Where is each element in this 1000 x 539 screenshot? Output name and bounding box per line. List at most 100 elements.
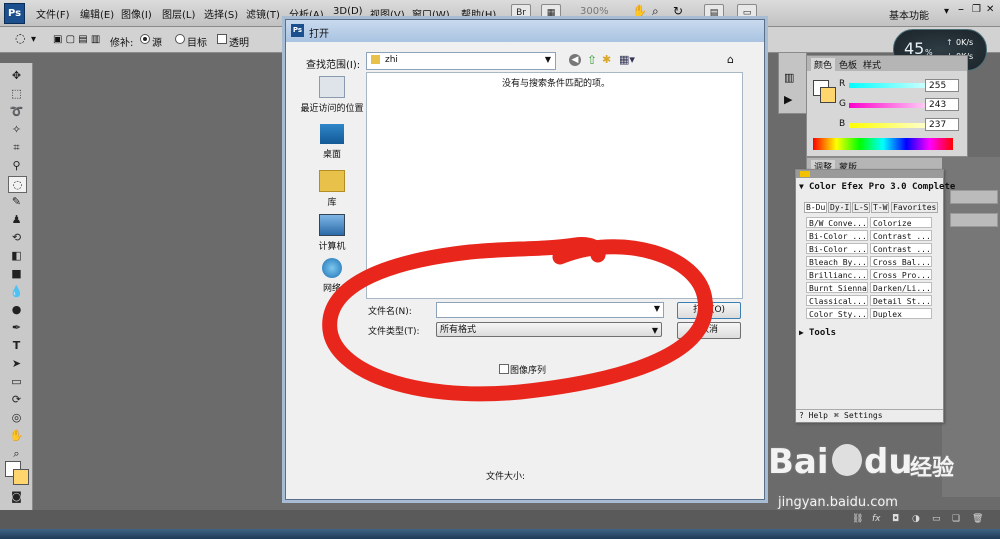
palette-titlebar[interactable] bbox=[796, 170, 943, 178]
settings-icon[interactable]: ⌘ bbox=[834, 411, 839, 420]
efex-tab-ls[interactable]: L-S bbox=[852, 202, 871, 213]
menu-file[interactable]: 文件(F) bbox=[36, 6, 70, 21]
efex-tab-dyi[interactable]: Dy-I bbox=[828, 202, 852, 213]
actions-play-icon[interactable]: ▶ bbox=[784, 93, 792, 106]
3d-rotate-tool-icon[interactable]: ⟳ bbox=[8, 392, 25, 407]
open-button[interactable]: 打开(O) bbox=[677, 302, 741, 319]
quick-mask-icon[interactable]: ◙ bbox=[8, 489, 25, 504]
menu-filter[interactable]: 滤镜(T) bbox=[246, 6, 280, 21]
up-folder-icon[interactable]: ⇧ bbox=[587, 53, 597, 67]
rotate-view-icon[interactable]: ↻ bbox=[673, 4, 683, 18]
shape-tool-icon[interactable]: ▭ bbox=[8, 374, 25, 389]
filename-input[interactable]: ▼ bbox=[436, 302, 664, 318]
place-library[interactable]: 库 bbox=[296, 170, 368, 208]
place-network[interactable]: 网络 bbox=[296, 258, 368, 294]
path-selection-tool-icon[interactable]: ➤ bbox=[8, 356, 25, 371]
image-sequence-checkbox[interactable] bbox=[499, 364, 509, 374]
tab-color[interactable]: 颜色 bbox=[811, 58, 836, 71]
pen-tool-icon[interactable]: ✒ bbox=[8, 320, 25, 335]
lasso-tool-icon[interactable]: ➰ bbox=[8, 104, 25, 119]
move-tool-icon[interactable]: ✥ bbox=[8, 68, 25, 83]
tools-expand-icon[interactable]: ▶ bbox=[799, 328, 804, 337]
place-desktop[interactable]: 桌面 bbox=[296, 124, 368, 160]
dialog-titlebar[interactable]: Ps 打开 bbox=[286, 20, 764, 42]
opacity-field[interactable] bbox=[950, 213, 998, 227]
efex-filter[interactable]: Detail St... bbox=[870, 295, 932, 306]
blend-mode-select[interactable] bbox=[950, 190, 998, 204]
color-spectrum-bar[interactable] bbox=[813, 138, 953, 150]
hand-icon[interactable]: ✋ bbox=[632, 4, 647, 18]
efex-filter[interactable]: Color Sty... bbox=[806, 308, 868, 319]
look-in-dropdown[interactable]: zhi ▼ bbox=[366, 52, 556, 70]
efex-collapse-icon[interactable]: ▼ bbox=[799, 182, 804, 191]
zoom-icon[interactable]: ⌕ bbox=[652, 4, 659, 19]
efex-tab-bdu[interactable]: B-Du bbox=[804, 202, 828, 213]
menu-3d[interactable]: 3D(D) bbox=[333, 6, 363, 17]
selection-mode-icons[interactable]: ▣ ▢ ▤ ▥ bbox=[53, 34, 100, 45]
efex-help-button[interactable]: ? Help bbox=[799, 411, 828, 420]
back-icon[interactable]: ◀ bbox=[569, 54, 581, 66]
efex-filter[interactable]: Burnt Sienna bbox=[806, 282, 868, 293]
efex-filter[interactable]: Contrast ... bbox=[870, 243, 932, 254]
blue-value[interactable]: 237 bbox=[925, 118, 959, 131]
source-radio[interactable] bbox=[140, 34, 150, 47]
efex-filter[interactable]: B/W Conve... bbox=[806, 217, 868, 228]
efex-settings-button[interactable]: Settings bbox=[844, 411, 883, 420]
dodge-tool-icon[interactable]: ● bbox=[8, 302, 25, 317]
zoom-level[interactable]: 300% bbox=[580, 6, 609, 17]
efex-filter[interactable]: Colorize bbox=[870, 217, 932, 228]
new-folder-icon[interactable]: ✱ bbox=[602, 53, 611, 66]
cancel-button[interactable]: 取消 bbox=[677, 322, 741, 339]
magic-wand-tool-icon[interactable]: ✧ bbox=[8, 122, 25, 137]
green-value[interactable]: 243 bbox=[925, 98, 959, 111]
hand-tool-icon[interactable]: ✋ bbox=[8, 428, 25, 443]
place-recent[interactable]: 最近访问的位置 bbox=[296, 76, 368, 114]
eyedropper-tool-icon[interactable]: ⚲ bbox=[8, 158, 25, 173]
delete-layer-icon[interactable]: 🗑 bbox=[972, 514, 983, 524]
menu-layer[interactable]: 图层(L) bbox=[162, 6, 195, 21]
gradient-tool-icon[interactable]: ■ bbox=[8, 266, 25, 281]
efex-filter[interactable]: Bi-Color ... bbox=[806, 243, 868, 254]
eraser-tool-icon[interactable]: ◧ bbox=[8, 248, 25, 263]
image-preview-icon[interactable]: ⌂ bbox=[727, 53, 734, 66]
efex-tab-tw[interactable]: T-W bbox=[871, 202, 890, 213]
efex-filter[interactable]: Cross Bal... bbox=[870, 256, 932, 267]
tab-swatches[interactable]: 色板 bbox=[839, 58, 857, 71]
red-value[interactable]: 255 bbox=[925, 79, 959, 92]
efex-filter[interactable]: Classical... bbox=[806, 295, 868, 306]
workspace-chevron-icon[interactable]: ▾ bbox=[944, 6, 949, 17]
clone-stamp-tool-icon[interactable]: ♟ bbox=[8, 212, 25, 227]
efex-filter[interactable]: Darken/Li... bbox=[870, 282, 932, 293]
patch-tool-icon-selected[interactable]: ◌ bbox=[8, 176, 27, 193]
view-menu-icon[interactable]: ▦▾ bbox=[619, 53, 635, 66]
color-bg-swatch[interactable] bbox=[820, 87, 836, 103]
brush-tool-icon[interactable]: ✎ bbox=[8, 194, 25, 209]
blur-tool-icon[interactable]: 💧 bbox=[8, 284, 25, 299]
transparent-checkbox[interactable] bbox=[217, 34, 227, 47]
type-tool-icon[interactable]: T bbox=[8, 338, 25, 353]
menu-edit[interactable]: 编辑(E) bbox=[80, 6, 114, 21]
efex-filter[interactable]: Duplex bbox=[870, 308, 932, 319]
menu-image[interactable]: 图像(I) bbox=[121, 6, 152, 21]
file-list[interactable]: 没有与搜索条件匹配的项。 bbox=[366, 72, 743, 299]
efex-filter[interactable]: Brillianc... bbox=[806, 269, 868, 280]
filetype-select[interactable]: 所有格式 ▼ bbox=[436, 322, 662, 337]
minimize-icon[interactable]: – bbox=[958, 2, 964, 16]
histogram-icon[interactable]: ▥ bbox=[784, 71, 794, 84]
tab-styles[interactable]: 样式 bbox=[863, 58, 881, 71]
marquee-tool-icon[interactable]: ⬚ bbox=[8, 86, 25, 101]
efex-filter[interactable]: Bleach By... bbox=[806, 256, 868, 267]
zoom-tool-icon[interactable]: ⌕ bbox=[8, 446, 25, 461]
patch-tool-icon[interactable]: ◌ bbox=[15, 31, 25, 45]
background-color-swatch[interactable] bbox=[13, 469, 29, 485]
efex-filter[interactable]: Bi-Color ... bbox=[806, 230, 868, 241]
menu-select[interactable]: 选择(S) bbox=[204, 6, 238, 21]
efex-filter[interactable]: Contrast ... bbox=[870, 230, 932, 241]
efex-filter[interactable]: Cross Pro... bbox=[870, 269, 932, 280]
restore-icon[interactable]: ❐ bbox=[972, 4, 981, 15]
history-brush-tool-icon[interactable]: ⟲ bbox=[8, 230, 25, 245]
tool-preset-chevron-icon[interactable]: ▾ bbox=[31, 34, 36, 45]
efex-tab-favorites[interactable]: Favorites bbox=[891, 202, 939, 213]
workspace-switcher[interactable]: 基本功能 bbox=[889, 7, 929, 22]
close-icon[interactable]: ✕ bbox=[986, 4, 994, 15]
